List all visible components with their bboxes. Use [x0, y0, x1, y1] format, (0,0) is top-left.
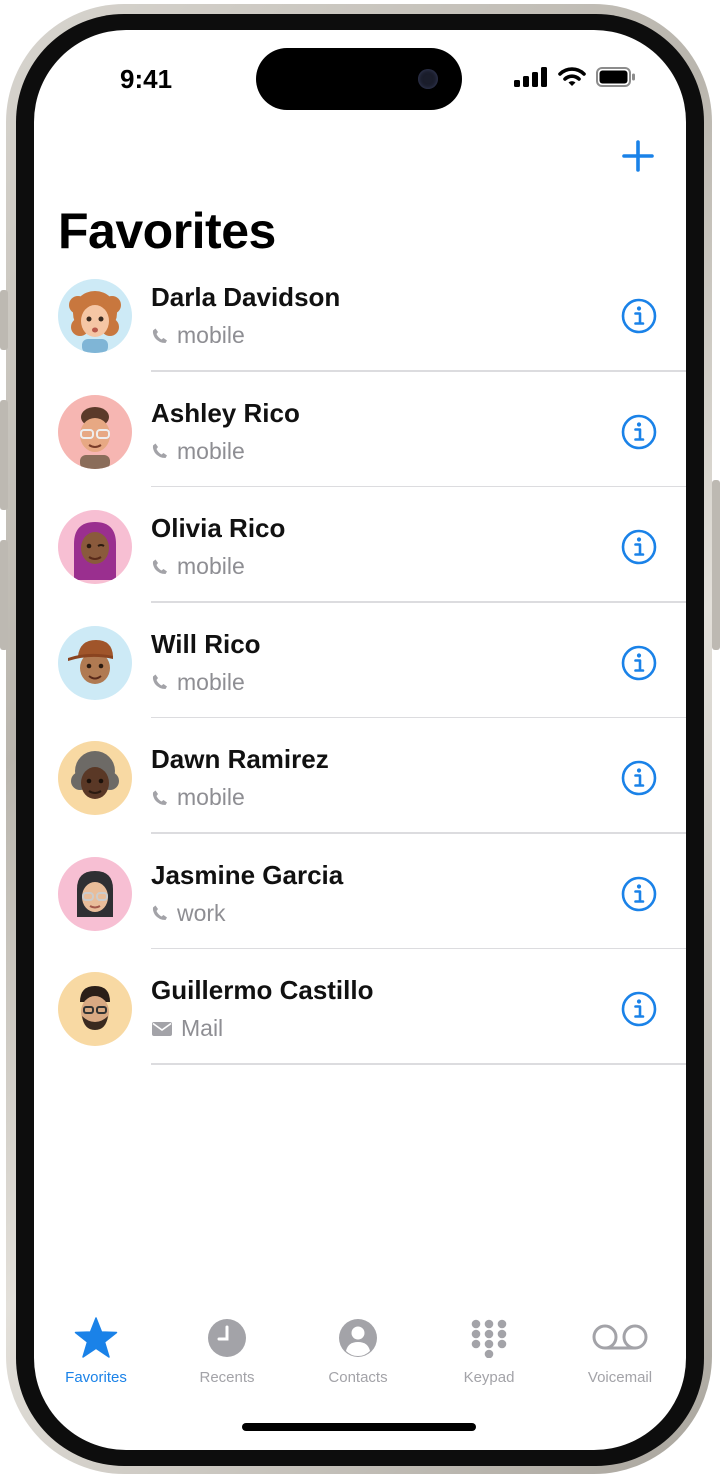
row-divider [151, 1063, 686, 1065]
person-circle-icon [338, 1315, 378, 1361]
contact-label-text: mobile [177, 322, 245, 348]
contact-label: mobile [151, 553, 245, 580]
contact-label: work [151, 900, 226, 927]
info-button[interactable] [621, 529, 657, 565]
info-icon [621, 414, 657, 449]
favorite-row-ashley-rico[interactable]: Ashley Rico mobile [34, 392, 686, 508]
row-divider [151, 601, 686, 603]
contact-label-text: mobile [177, 437, 245, 464]
action-button [0, 290, 8, 350]
contact-name: Guillermo Castillo [151, 975, 374, 1005]
info-button[interactable] [621, 645, 657, 681]
battery-icon [596, 66, 636, 92]
favorite-row-will-rico[interactable]: Will Rico mobile [34, 623, 686, 739]
tab-label: Keypad [463, 1369, 515, 1386]
contact-name: Olivia Rico [151, 513, 286, 543]
avatar [58, 394, 132, 469]
avatar [58, 972, 132, 1046]
favorite-row-olivia-rico[interactable]: Olivia Rico mobile [34, 507, 686, 623]
page-title: Favorites [58, 203, 276, 259]
contact-name: Ashley Rico [151, 397, 300, 428]
voicemail-icon [591, 1315, 649, 1361]
contact-name: Dawn Ramirez [151, 744, 329, 774]
side-button [712, 480, 720, 650]
tab-recents[interactable]: Recents [172, 1315, 282, 1386]
info-icon [621, 991, 657, 1027]
contact-label-text: mobile [177, 553, 245, 579]
info-icon [621, 876, 657, 911]
contact-name: Will Rico [151, 628, 261, 659]
contact-label: Mail [151, 1015, 223, 1042]
volume-down-button [0, 540, 8, 650]
info-icon [621, 645, 657, 680]
contact-label: mobile [151, 322, 245, 349]
tab-label: Voicemail [587, 1369, 653, 1386]
contact-label: mobile [151, 669, 245, 696]
tab-keypad[interactable]: Keypad [434, 1315, 544, 1386]
avatar [58, 510, 132, 584]
status-time: 9:41 [120, 64, 173, 94]
clock-icon [207, 1315, 247, 1361]
home-indicator[interactable] [242, 1423, 476, 1431]
phone-icon [151, 904, 169, 922]
row-divider [151, 716, 686, 718]
contact-label-text: Mail [181, 1015, 224, 1041]
tab-bar: Favorites Recents Contacts Keypad Voicem… [34, 1315, 686, 1395]
phone-icon [151, 789, 169, 807]
info-button[interactable] [621, 760, 657, 796]
row-divider [151, 832, 686, 834]
avatar [58, 625, 132, 700]
tab-voicemail[interactable]: Voicemail [565, 1315, 675, 1386]
avatar [58, 741, 132, 815]
tab-favorites[interactable]: Favorites [41, 1315, 151, 1386]
front-camera [418, 69, 438, 89]
tab-label: Favorites [65, 1369, 127, 1386]
info-button[interactable] [621, 414, 657, 450]
contact-label: mobile [151, 438, 245, 465]
contact-name: Darla Davidson [151, 282, 341, 312]
favorite-row-guillermo-castillo[interactable]: Guillermo Castillo Mail [34, 969, 686, 1085]
plus-icon [622, 140, 654, 172]
tab-label: Contacts [328, 1369, 388, 1386]
contact-name: Jasmine Garcia [151, 859, 344, 890]
favorite-row-jasmine-garcia[interactable]: Jasmine Garcia work [34, 854, 686, 970]
phone-icon [151, 442, 169, 460]
status-icons [514, 66, 636, 92]
row-divider [151, 370, 686, 372]
info-icon [621, 760, 657, 796]
avatar [58, 279, 132, 353]
info-icon [621, 529, 657, 565]
contact-label-text: work [177, 899, 226, 926]
phone-screen: 9:41 Favorites Darla Davidson mobile Ash… [34, 30, 686, 1450]
volume-up-button [0, 400, 8, 510]
contact-label-text: mobile [177, 668, 245, 695]
wifi-icon [558, 66, 586, 92]
phone-icon [151, 673, 169, 691]
favorite-row-dawn-ramirez[interactable]: Dawn Ramirez mobile [34, 738, 686, 854]
star-icon [74, 1315, 118, 1361]
phone-icon [151, 558, 169, 576]
dynamic-island [256, 48, 462, 110]
row-divider [151, 485, 686, 487]
contact-label-text: mobile [177, 784, 245, 810]
info-button[interactable] [621, 298, 657, 334]
row-divider [151, 947, 686, 949]
phone-icon [151, 327, 169, 345]
contact-label: mobile [151, 784, 245, 811]
cellular-signal-icon [514, 66, 548, 92]
add-favorite-button[interactable] [616, 134, 660, 178]
info-button[interactable] [621, 991, 657, 1027]
favorite-row-darla-davidson[interactable]: Darla Davidson mobile [34, 276, 686, 392]
tab-label: Recents [199, 1369, 255, 1386]
info-icon [621, 298, 657, 334]
info-button[interactable] [621, 876, 657, 912]
mail-icon [151, 1021, 173, 1037]
avatar [58, 856, 132, 931]
tab-contacts[interactable]: Contacts [303, 1315, 413, 1386]
keypad-icon [469, 1315, 509, 1361]
favorites-list: Darla Davidson mobile Ashley Rico mobile… [34, 276, 686, 1085]
